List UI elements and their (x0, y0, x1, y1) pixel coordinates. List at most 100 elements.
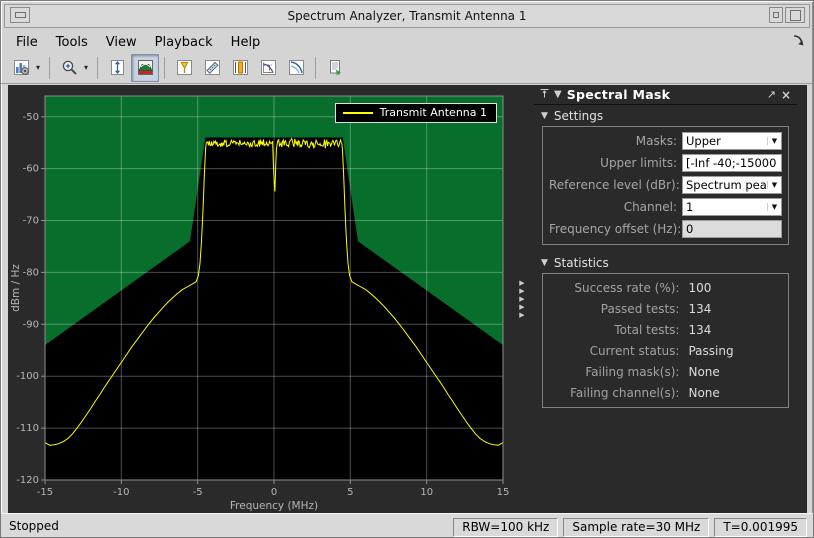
spectrum-analyzer-window: Spectrum Analyzer, Transmit Antenna 1 Fi… (0, 0, 814, 538)
undock-icon[interactable]: ↗ (767, 90, 776, 100)
settings-row: Reference level (dBr):Spectrum peak▼ (549, 174, 782, 196)
settings-row: Frequency offset (Hz):0 (549, 218, 782, 240)
status-box: RBW=100 kHz (453, 518, 558, 537)
svg-text:-90: -90 (23, 319, 39, 330)
settings-input[interactable]: 0 (682, 220, 782, 238)
settings-label: Channel: (549, 200, 682, 214)
stat-label: Failing mask(s): (549, 365, 683, 379)
svg-text:5: 5 (347, 487, 353, 498)
svg-text:15: 15 (497, 487, 510, 498)
maximize-button[interactable] (785, 7, 805, 23)
spectrogram-icon (288, 59, 305, 76)
stat-row: Current status:Passing (549, 340, 782, 361)
status-box: T=0.001995 (714, 518, 807, 537)
settings-row: Channel:1▼ (549, 196, 782, 218)
svg-text:-10: -10 (113, 487, 129, 498)
collapse-panel-icon[interactable]: ▼ (554, 90, 562, 100)
stat-label: Current status: (549, 344, 683, 358)
stat-label: Total tests: (549, 323, 683, 337)
distortion-measurements-button[interactable] (198, 54, 226, 82)
plot-wrap: -15-10-5051015-50-60-70-80-90-100-110-12… (8, 85, 510, 513)
stat-value: None (683, 386, 719, 400)
channel-measurements-button[interactable] (226, 54, 254, 82)
menu-playback[interactable]: Playback (146, 33, 222, 52)
statistics-box: Success rate (%):100Passed tests:134Tota… (542, 273, 789, 408)
dropdown-value: Spectrum peak (683, 178, 767, 192)
statistics-section-header[interactable]: ▼ Statistics (534, 252, 797, 271)
settings-input[interactable]: [-Inf -40;-15000 (682, 154, 782, 172)
spectrum-plot[interactable]: -15-10-5051015-50-60-70-80-90-100-110-12… (8, 85, 510, 518)
settings-section-header[interactable]: ▼ Settings (534, 105, 797, 124)
toolbar: ▾▾ (1, 52, 813, 84)
spectral-mask-icon (137, 59, 154, 76)
main-area: -15-10-5051015-50-60-70-80-90-100-110-12… (1, 84, 813, 513)
svg-text:-80: -80 (23, 267, 39, 278)
window-menu-icon (15, 12, 26, 18)
zoom-dropdown-icon[interactable]: ▾ (84, 63, 92, 72)
window-title: Spectrum Analyzer, Transmit Antenna 1 (288, 9, 527, 23)
spectral-mask-panel: ▼ Spectral Mask ↗ × ▼ Settings Masks:Upp… (534, 85, 797, 513)
settings-row: Upper limits:[-Inf -40;-15000 (549, 152, 782, 174)
menu-tools[interactable]: Tools (47, 33, 97, 52)
close-icon[interactable]: × (781, 90, 791, 100)
zoom-button[interactable] (55, 54, 83, 82)
window-menu-button[interactable] (10, 7, 30, 23)
generate-script-icon (327, 59, 344, 76)
minimize-button[interactable] (769, 7, 783, 23)
settings-dropdown[interactable]: Upper▼ (682, 132, 782, 150)
title-bar[interactable]: Spectrum Analyzer, Transmit Antenna 1 (4, 4, 810, 28)
scale-y-axis-button[interactable] (103, 54, 131, 82)
collapse-statistics-icon: ▼ (541, 258, 548, 268)
settings-dropdown[interactable]: 1▼ (682, 198, 782, 216)
toolbar-separator (97, 57, 98, 79)
splitter-arrow-icon: ▶ (519, 280, 524, 287)
stat-row: Success rate (%):100 (549, 277, 782, 298)
settings-label: Masks: (549, 134, 682, 148)
svg-text:-70: -70 (23, 216, 39, 227)
stat-value: Passing (683, 344, 733, 358)
spectrum-settings-button[interactable] (7, 54, 35, 82)
ccdf-measurements-button[interactable] (254, 54, 282, 82)
svg-text:-15: -15 (37, 487, 53, 498)
dock-figure-icon[interactable] (792, 32, 805, 51)
maximize-icon (790, 10, 801, 21)
settings-label: Reference level (dBr): (549, 178, 682, 192)
legend-line-sample (343, 112, 373, 114)
stat-label: Success rate (%): (549, 281, 683, 295)
settings-box: Masks:Upper▼Upper limits:[-Inf -40;-1500… (542, 126, 789, 245)
panel-splitter[interactable]: ▶ ▶ ▶ ▶ ▶ (510, 85, 534, 513)
panel-header: ▼ Spectral Mask ↗ × (534, 85, 797, 105)
stat-value: 134 (683, 302, 711, 316)
chevron-down-icon[interactable]: ▼ (767, 203, 781, 211)
chevron-down-icon[interactable]: ▼ (767, 181, 781, 189)
status-box: Sample rate=30 MHz (563, 518, 709, 537)
spectrum-settings-icon (13, 59, 30, 76)
stat-row: Passed tests:134 (549, 298, 782, 319)
svg-text:10: 10 (420, 487, 433, 498)
generate-script-button[interactable] (321, 54, 349, 82)
settings-section-title: Settings (554, 109, 603, 123)
svg-text:Frequency (MHz): Frequency (MHz) (230, 500, 318, 512)
svg-text:-100: -100 (16, 371, 39, 382)
channel-measurements-icon (232, 59, 249, 76)
statistics-section-title: Statistics (554, 256, 609, 270)
splitter-arrow-icon: ▶ (519, 288, 524, 295)
figure-area: -15-10-5051015-50-60-70-80-90-100-110-12… (8, 85, 807, 513)
svg-text:0: 0 (271, 487, 277, 498)
dropdown-value: Upper (683, 134, 767, 148)
chevron-down-icon[interactable]: ▼ (767, 137, 781, 145)
stat-label: Passed tests: (549, 302, 683, 316)
spectrogram-button[interactable] (282, 54, 310, 82)
spectrum-settings-dropdown-icon[interactable]: ▾ (36, 63, 44, 72)
spectral-mask-button[interactable] (131, 54, 159, 82)
svg-text:dBm / Hz: dBm / Hz (10, 264, 22, 312)
menu-view[interactable]: View (97, 33, 146, 52)
peak-finder-button[interactable] (170, 54, 198, 82)
toolbar-separator (164, 57, 165, 79)
menu-bar: FileToolsViewPlaybackHelp (1, 28, 813, 52)
menu-help[interactable]: Help (222, 33, 270, 52)
pin-icon[interactable] (540, 88, 549, 101)
zoom-icon (61, 59, 78, 76)
menu-file[interactable]: File (7, 33, 47, 52)
settings-dropdown[interactable]: Spectrum peak▼ (682, 176, 782, 194)
